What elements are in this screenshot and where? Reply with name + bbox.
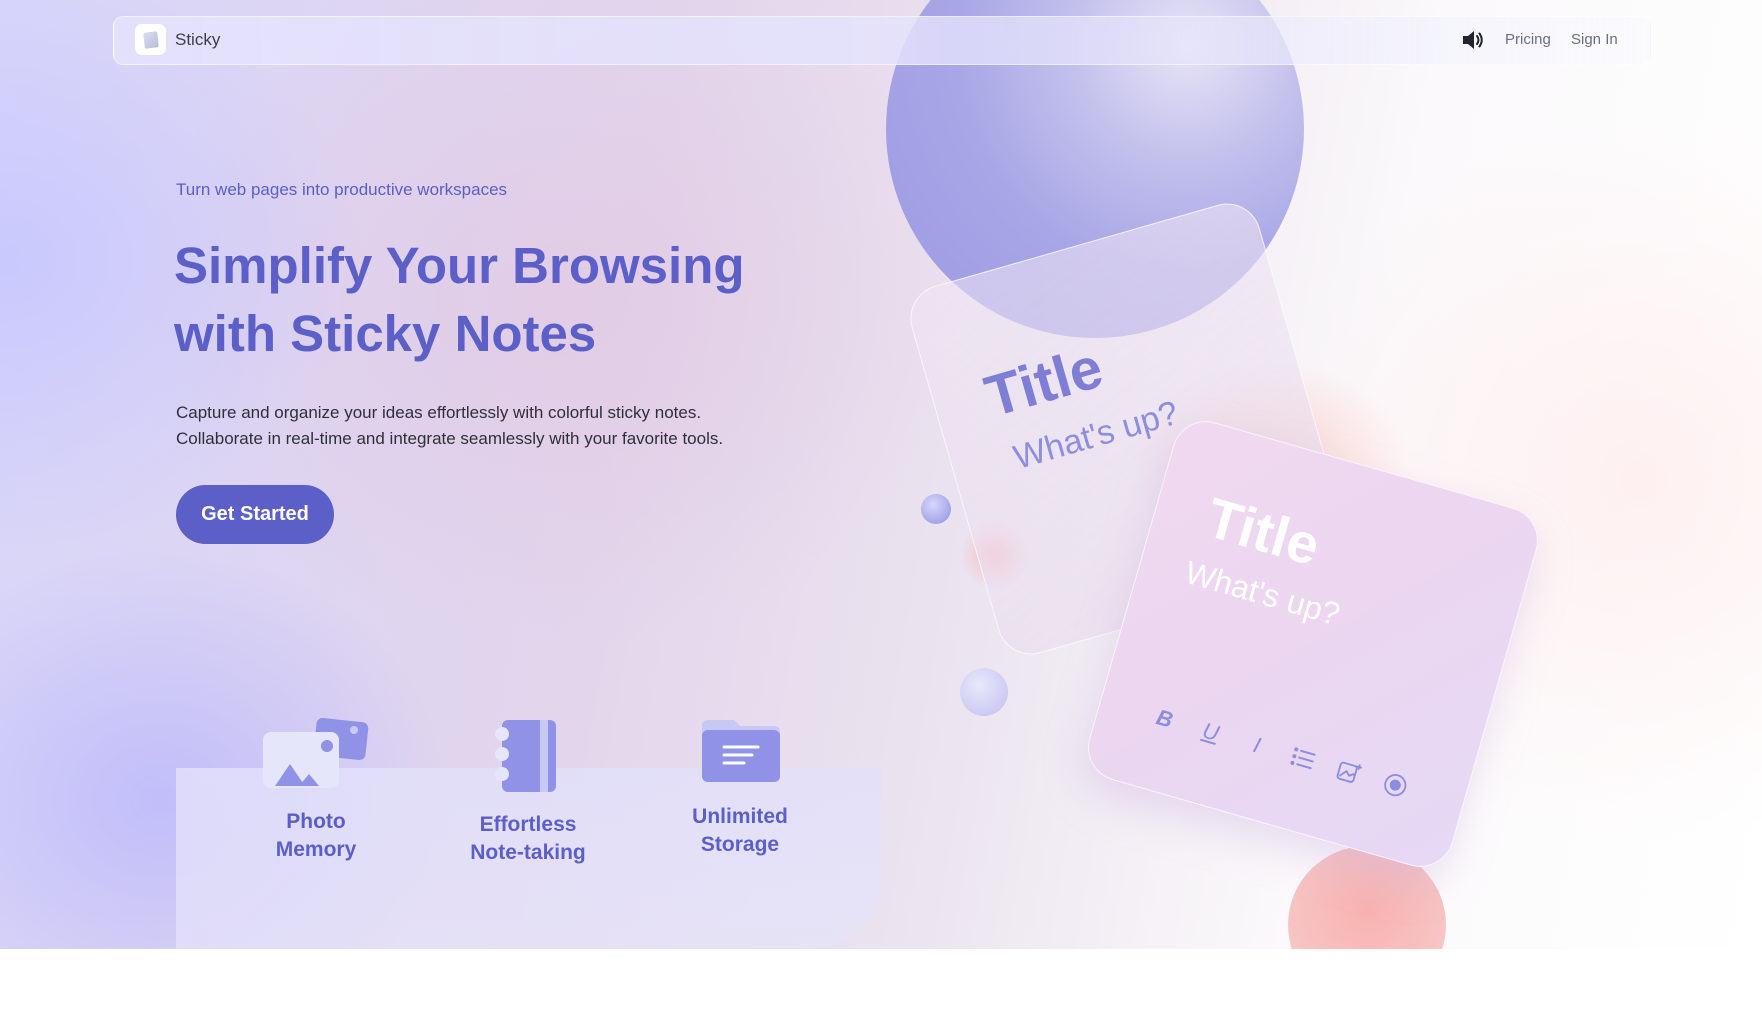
add-image-icon-svg <box>1336 761 1363 783</box>
top-navigation-bar: Sticky Pricing Sign In <box>113 16 1651 65</box>
decorative-ball <box>960 668 1008 716</box>
headline-line-2: with Sticky Notes <box>174 305 597 362</box>
decorative-ball <box>921 494 951 524</box>
description-line-2: Collaborate in real-time and integrate s… <box>176 429 724 448</box>
nav-link-pricing[interactable]: Pricing <box>1505 31 1551 48</box>
bold-icon[interactable]: B <box>1150 704 1180 734</box>
get-started-button[interactable]: Get Started <box>176 485 334 544</box>
logo[interactable] <box>135 24 166 55</box>
add-image-icon[interactable] <box>1334 757 1364 787</box>
italic-icon[interactable]: I <box>1242 731 1272 761</box>
feature-label: Note-taking <box>470 841 586 864</box>
feature-unlimited-storage: Unlimited Storage <box>680 803 800 859</box>
notebook-icon <box>495 720 556 792</box>
speaker-icon[interactable] <box>1461 29 1485 51</box>
sticky-note-logo-icon <box>142 30 159 49</box>
feature-label: Memory <box>275 838 357 861</box>
list-icon[interactable] <box>1288 744 1318 774</box>
feature-label: Unlimited <box>692 805 788 828</box>
feature-photo-memory: Photo Memory <box>256 808 376 864</box>
hero-headline: Simplify Your Browsing with Sticky Notes <box>174 232 894 368</box>
list-icon-svg <box>1290 747 1316 770</box>
folder-icon <box>702 720 780 782</box>
feature-label: Storage <box>700 833 780 856</box>
note-formatting-toolbar: B U I <box>1150 704 1410 800</box>
record-icon-svg <box>1384 774 1407 797</box>
feature-note-taking: Effortless Note-taking <box>458 811 598 867</box>
feature-label: Photo <box>286 810 346 833</box>
description-line-1: Capture and organize your ideas effortle… <box>176 403 702 422</box>
underline-icon[interactable]: U <box>1196 717 1226 747</box>
hero-description: Capture and organize your ideas effortle… <box>176 400 816 452</box>
hero-eyebrow: Turn web pages into productive workspace… <box>176 180 508 199</box>
page-below-hero <box>0 949 1762 1029</box>
nav-link-sign-in[interactable]: Sign In <box>1571 31 1618 48</box>
hero-section: Title What's up? Title What's up? B U I <box>0 0 1762 949</box>
headline-line-1: Simplify Your Browsing <box>174 237 745 294</box>
photo-icon <box>263 718 369 788</box>
feature-label: Effortless <box>479 813 577 836</box>
record-icon[interactable] <box>1380 770 1410 800</box>
note-body: What's up? <box>1181 553 1345 633</box>
brand-name[interactable]: Sticky <box>175 30 220 50</box>
